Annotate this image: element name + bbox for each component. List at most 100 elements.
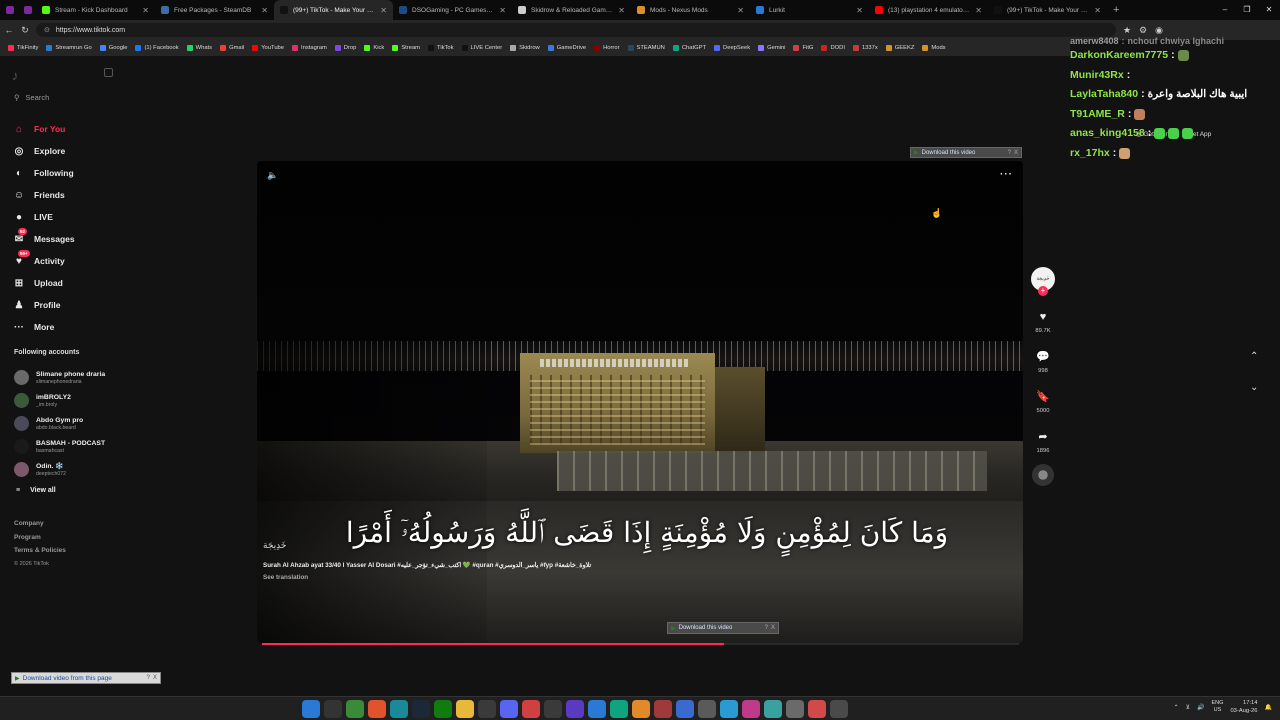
bookmark-item[interactable]: Streamrun Go xyxy=(42,45,95,51)
bookmark-item[interactable]: Gemini xyxy=(754,45,789,51)
music-disc-icon[interactable] xyxy=(1032,464,1054,486)
language-indicator[interactable]: ENG US xyxy=(1212,700,1224,714)
settings-icon[interactable] xyxy=(830,700,848,718)
more-options-icon[interactable]: ··· xyxy=(1000,169,1013,180)
creator-avatar[interactable]: خَدِيجَة + xyxy=(1031,267,1055,296)
chrome-icon[interactable] xyxy=(346,700,364,718)
following-account[interactable]: BASMAH - PODCAST basmahcast xyxy=(14,435,105,458)
browser-tab[interactable]: Free Packages - SteamDB ✕ xyxy=(155,0,274,20)
tab-close-icon[interactable]: ✕ xyxy=(142,6,149,15)
bookmark-item[interactable]: Gmail xyxy=(216,45,248,51)
bookmark-item[interactable]: 1337x xyxy=(849,45,882,51)
bookmark-item[interactable]: TikTok xyxy=(424,45,458,51)
windows-start-icon[interactable] xyxy=(302,700,320,718)
edge-icon[interactable] xyxy=(390,700,408,718)
app-icon[interactable] xyxy=(588,700,606,718)
sidebar-item-friends[interactable]: ☺ Friends xyxy=(12,184,75,206)
tab-close-icon[interactable]: ✕ xyxy=(1094,6,1101,15)
comment-action[interactable]: 💬 998 xyxy=(1035,349,1051,374)
url-field[interactable]: ⊙ https://www.tiktok.com xyxy=(36,23,1116,37)
close-icon[interactable]: X xyxy=(1014,150,1018,156)
bookmark-item[interactable]: Skidrow xyxy=(506,45,544,51)
app-icon[interactable] xyxy=(610,700,628,718)
browser-tab[interactable]: (13) playstation 4 emulator on pc ✕ xyxy=(869,0,988,20)
browser-tab[interactable]: Mods - Nexus Mods ✕ xyxy=(631,0,750,20)
following-account[interactable]: Slimane phone draria slimanephonedraria xyxy=(14,366,105,389)
download-video-from-page-bar[interactable]: ▶ Download video from this page ? X xyxy=(11,672,161,684)
tab-close-icon[interactable]: ✕ xyxy=(499,6,506,15)
bookmark-star-icon[interactable]: ★ xyxy=(1122,25,1132,36)
tab-close-icon[interactable]: ✕ xyxy=(856,6,863,15)
sidebar-item-profile[interactable]: ♟ Profile xyxy=(12,294,75,316)
tab-close-icon[interactable]: ✕ xyxy=(618,6,625,15)
sidebar-item-for-you[interactable]: ⌂ For You xyxy=(12,118,75,140)
like-action[interactable]: ♥ 89.7K xyxy=(1035,309,1051,334)
reload-icon[interactable]: ↻ xyxy=(20,25,30,36)
discord-icon[interactable] xyxy=(500,700,518,718)
bookmark-item[interactable]: ChatGPT xyxy=(669,45,710,51)
bookmark-item[interactable]: Horror xyxy=(590,45,623,51)
tiktok-logo-icon[interactable]: ♪ xyxy=(12,68,26,83)
bookmark-item[interactable]: STEAMUN xyxy=(624,45,669,51)
volume-icon[interactable]: 🔈 xyxy=(267,170,279,182)
network-icon[interactable]: ⊻ xyxy=(1186,704,1190,711)
bookmark-item[interactable]: LIVE Center xyxy=(458,45,507,51)
site-info-icon[interactable]: ⊙ xyxy=(44,26,50,34)
bookmark-item[interactable]: (1) Facebook xyxy=(131,45,182,51)
app-icon[interactable] xyxy=(676,700,694,718)
bookmark-item[interactable]: FitG xyxy=(789,45,817,51)
browser-tab[interactable]: (99+) TikTok - Make Your Day ✕ xyxy=(988,0,1107,20)
browser-tab[interactable] xyxy=(0,0,18,20)
bookmark-item[interactable]: Mods xyxy=(918,45,949,51)
files-icon[interactable] xyxy=(456,700,474,718)
sidebar-item-live[interactable]: ● LIVE xyxy=(12,206,75,228)
sidebar-item-explore[interactable]: ◎ Explore xyxy=(12,140,75,162)
bookmark-item[interactable]: GameDrive xyxy=(544,45,590,51)
following-account[interactable]: Odin. ❄️ deeptech072 xyxy=(14,458,105,481)
collapse-sidebar-icon[interactable] xyxy=(104,68,113,77)
bookmark-item[interactable]: GEEKZ xyxy=(882,45,919,51)
view-all-link[interactable]: ≡ View all xyxy=(14,487,105,494)
save-action[interactable]: 🔖 5000 xyxy=(1035,389,1051,414)
help-icon[interactable]: ? xyxy=(765,625,768,631)
help-icon[interactable]: ? xyxy=(1008,150,1011,156)
browser-tab[interactable]: Stream - Kick Dashboard ✕ xyxy=(36,0,155,20)
app-icon[interactable] xyxy=(522,700,540,718)
bookmark-item[interactable]: DODI xyxy=(817,45,849,51)
download-video-overlay-middle[interactable]: ▶ Download this video ? X xyxy=(667,622,779,634)
bookmark-item[interactable]: Stream xyxy=(388,45,424,51)
close-icon[interactable]: X xyxy=(153,675,157,681)
sidebar-item-more[interactable]: ··· More xyxy=(12,316,75,338)
bookmark-item[interactable]: Drop xyxy=(331,45,361,51)
bookmark-item[interactable]: Instagram xyxy=(288,45,331,51)
profile-icon[interactable]: ◉ xyxy=(1154,25,1164,36)
search-icon[interactable] xyxy=(324,700,342,718)
following-account[interactable]: Abdo Gym pro abdo.black.beard xyxy=(14,412,105,435)
tab-close-icon[interactable]: ✕ xyxy=(261,6,268,15)
tab-close-icon[interactable]: ✕ xyxy=(380,6,387,15)
tray-chevron-up-icon[interactable]: ⌃ xyxy=(1174,704,1179,711)
app-icon[interactable] xyxy=(742,700,760,718)
maximize-button[interactable]: ❐ xyxy=(1236,0,1258,20)
back-arrow-icon[interactable]: ← xyxy=(4,25,14,35)
xbox-icon[interactable] xyxy=(434,700,452,718)
see-translation-link[interactable]: See translation xyxy=(263,574,308,581)
bookmark-item[interactable]: Kick xyxy=(360,45,388,51)
close-window-button[interactable]: ✕ xyxy=(1258,0,1280,20)
app-icon[interactable] xyxy=(720,700,738,718)
bookmark-item[interactable]: Whats xyxy=(183,45,216,51)
app-icon[interactable] xyxy=(632,700,650,718)
app-icon[interactable] xyxy=(786,700,804,718)
tab-close-icon[interactable]: ✕ xyxy=(737,6,744,15)
brave-icon[interactable] xyxy=(368,700,386,718)
bookmark-item[interactable]: YouTube xyxy=(248,45,288,51)
minimize-button[interactable]: – xyxy=(1214,0,1236,20)
following-account[interactable]: imBROLY2 _im.broly xyxy=(14,389,105,412)
program-link[interactable]: Program xyxy=(14,531,66,545)
previous-video-chevron-up-icon[interactable]: ⌃ xyxy=(1250,351,1258,362)
app-icon[interactable] xyxy=(544,700,562,718)
notifications-icon[interactable]: 🔔 xyxy=(1265,704,1272,711)
download-video-overlay-top[interactable]: ▶ Download this video ? X xyxy=(910,147,1022,158)
browser-tab[interactable]: Lurkit ✕ xyxy=(750,0,869,20)
sidebar-item-activity[interactable]: ♥ 99+ Activity xyxy=(12,250,75,272)
